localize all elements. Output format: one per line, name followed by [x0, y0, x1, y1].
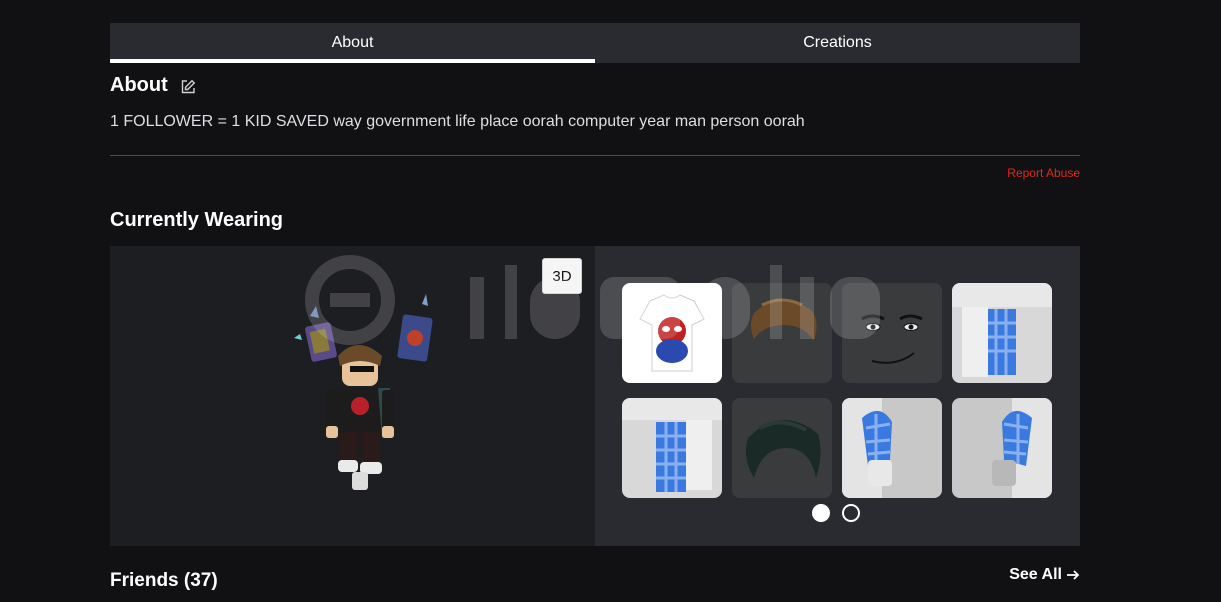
leg-thumbnail [622, 398, 722, 498]
friends-title: Friends (37) [110, 570, 218, 591]
3d-toggle-button[interactable]: 3D [542, 258, 582, 294]
carousel-dot-1[interactable] [812, 504, 830, 522]
currently-wearing-title: Currently Wearing [110, 209, 283, 231]
arm-thumbnail [952, 398, 1052, 498]
about-title: About [110, 74, 168, 96]
tab-creations[interactable]: Creations [595, 23, 1080, 63]
item-tile-left-arm[interactable] [842, 398, 942, 498]
arm-thumbnail [842, 398, 942, 498]
see-all-label: See All [1009, 566, 1062, 583]
item-tile-right-leg[interactable] [952, 283, 1052, 383]
tab-creations-label: Creations [803, 34, 872, 51]
leg-thumbnail [952, 283, 1052, 383]
report-abuse-link[interactable]: Report Abuse [1007, 166, 1080, 180]
carousel-pagination [812, 504, 860, 522]
item-tile-spiderman-tshirt[interactable] [622, 283, 722, 383]
about-divider [110, 155, 1080, 156]
item-tile-brown-hair[interactable] [732, 283, 832, 383]
profile-content: About Creations About 1 FOLLOWER = 1 KID… [110, 0, 1080, 602]
item-tile-right-arm[interactable] [952, 398, 1052, 498]
tab-about-label: About [331, 34, 374, 51]
currently-wearing-panel: 3D [110, 246, 1080, 546]
face-thumbnail [842, 283, 942, 383]
edit-icon[interactable] [180, 79, 196, 95]
see-all-link[interactable]: See All [1009, 566, 1080, 584]
hair-thumbnail [732, 283, 832, 383]
wearing-item-grid [622, 283, 1052, 498]
carousel-dot-2[interactable] [842, 504, 860, 522]
profile-tabs: About Creations [110, 23, 1080, 63]
item-tile-left-leg[interactable] [622, 398, 722, 498]
wearing-items-pane [595, 246, 1080, 546]
item-tile-dark-green-hair[interactable] [732, 398, 832, 498]
about-description: 1 FOLLOWER = 1 KID SAVED way government … [110, 113, 805, 130]
avatar-viewer[interactable]: 3D [110, 246, 595, 546]
tshirt-thumbnail [622, 283, 722, 383]
item-tile-man-face[interactable] [842, 283, 942, 383]
hair-thumbnail [732, 398, 832, 498]
avatar-image [294, 294, 433, 490]
tab-about[interactable]: About [110, 23, 595, 63]
about-header: About [110, 74, 196, 97]
arrow-right-icon [1066, 568, 1080, 582]
